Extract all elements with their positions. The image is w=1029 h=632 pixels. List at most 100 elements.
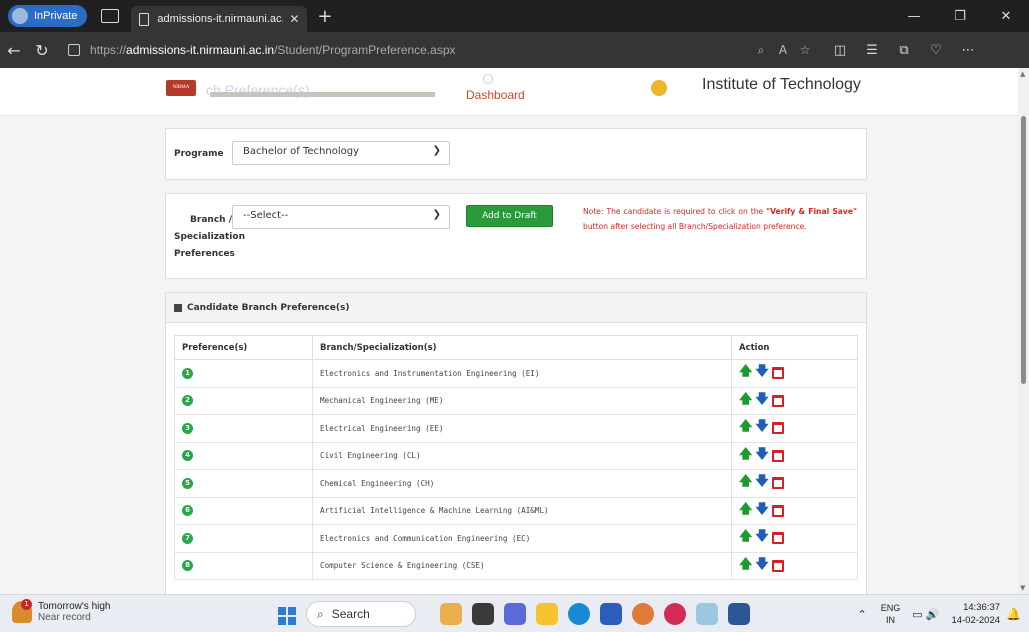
- move-up-icon[interactable]: 🡅: [739, 390, 752, 412]
- delete-icon[interactable]: [771, 367, 784, 380]
- address-bar-row: ← ↻ https://admissions-it.nirmauni.ac.in…: [0, 32, 1029, 68]
- move-down-icon[interactable]: 🡇: [755, 500, 768, 522]
- notification-bell-icon[interactable]: 🔔: [1006, 607, 1021, 621]
- store-icon[interactable]: [600, 603, 622, 625]
- network-app-icon[interactable]: [696, 603, 718, 625]
- programme-selected-value: Bachelor of Technology: [243, 146, 359, 157]
- collections-icon[interactable]: ⧉: [888, 43, 920, 58]
- user-icon: [651, 80, 667, 96]
- move-down-icon[interactable]: 🡇: [755, 362, 768, 384]
- branch-name: Chemical Engineering (CH): [312, 469, 732, 498]
- table-row: 5 Chemical Engineering (CH) 🡅 🡇: [174, 469, 858, 498]
- branch-name: Electronics and Instrumentation Engineer…: [312, 359, 732, 388]
- move-up-icon[interactable]: 🡅: [739, 500, 752, 522]
- programme-select[interactable]: Bachelor of Technology ❯: [232, 141, 450, 165]
- task-view-icon[interactable]: [472, 603, 494, 625]
- move-up-icon[interactable]: 🡅: [739, 362, 752, 384]
- add-to-draft-button[interactable]: Add to Draft: [466, 205, 553, 227]
- move-down-icon[interactable]: 🡇: [755, 390, 768, 412]
- move-down-icon[interactable]: 🡇: [755, 527, 768, 549]
- preferences-table: Preference(s) Branch/Specialization(s) A…: [174, 335, 858, 580]
- file-explorer-icon[interactable]: [536, 603, 558, 625]
- delete-icon[interactable]: [771, 449, 784, 462]
- window-controls: — ❐ ✕: [891, 9, 1029, 24]
- delete-icon[interactable]: [771, 477, 784, 490]
- scroll-up-icon[interactable]: ▲: [1020, 70, 1025, 78]
- branch-select[interactable]: --Select-- ❯: [232, 205, 450, 229]
- table-row: 2 Mechanical Engineering (ME) 🡅 🡇: [174, 386, 858, 415]
- close-tab-icon[interactable]: ✕: [289, 12, 299, 26]
- preferences-card: Candidate Branch Preference(s) Preferenc…: [165, 292, 867, 594]
- lock-icon[interactable]: [68, 44, 80, 56]
- zoom-icon[interactable]: ⌕: [750, 43, 772, 58]
- delete-icon[interactable]: [771, 504, 784, 517]
- start-icon[interactable]: [278, 607, 296, 625]
- scroll-down-icon[interactable]: ▼: [1020, 584, 1025, 592]
- move-up-icon[interactable]: 🡅: [739, 555, 752, 577]
- close-window-icon[interactable]: ✕: [983, 9, 1029, 24]
- delete-icon[interactable]: [771, 532, 784, 545]
- firefox-icon[interactable]: [632, 603, 654, 625]
- page-icon: [139, 12, 150, 26]
- favorites-icon[interactable]: ☰: [856, 43, 888, 58]
- inprivate-badge[interactable]: InPrivate: [8, 5, 88, 27]
- dashboard-link[interactable]: Dashboard: [466, 88, 525, 102]
- row-actions: 🡅 🡇: [731, 414, 858, 443]
- branch-name: Electronics and Communication Engineerin…: [312, 524, 732, 553]
- edge-icon[interactable]: [568, 603, 590, 625]
- restore-icon[interactable]: ❐: [937, 9, 983, 24]
- language-indicator[interactable]: ENG IN: [881, 602, 901, 626]
- verify-save-note: Note: The candidate is required to click…: [583, 207, 857, 231]
- move-up-icon[interactable]: 🡅: [739, 472, 752, 494]
- minimize-icon[interactable]: —: [891, 9, 937, 24]
- heartbeat-icon[interactable]: ♡: [920, 43, 952, 58]
- scrollbar-thumb[interactable]: [1021, 116, 1026, 384]
- delete-icon[interactable]: [771, 559, 784, 572]
- windows-taskbar: 1 Tomorrow's high Near record ⌕ Search ⌃…: [0, 594, 1029, 632]
- chevron-down-icon: ❯: [432, 209, 441, 220]
- delete-icon[interactable]: [771, 422, 784, 435]
- move-down-icon[interactable]: 🡇: [755, 472, 768, 494]
- address-bar[interactable]: https://admissions-it.nirmauni.ac.in/Stu…: [62, 37, 816, 63]
- branch-name: Mechanical Engineering (ME): [312, 386, 732, 415]
- url-text[interactable]: https://admissions-it.nirmauni.ac.in/Stu…: [90, 43, 750, 57]
- move-down-icon[interactable]: 🡇: [755, 555, 768, 577]
- preference-number: 2: [174, 386, 313, 415]
- weather-widget[interactable]: 1 Tomorrow's high Near record: [12, 599, 111, 623]
- move-up-icon[interactable]: 🡅: [739, 445, 752, 467]
- move-down-icon[interactable]: 🡇: [755, 417, 768, 439]
- branch-name: Civil Engineering (CL): [312, 441, 732, 470]
- profile-avatar-icon: [12, 8, 28, 24]
- col-action: Action: [731, 335, 858, 360]
- tab-title: admissions-it.nirmauni.ac.in/Stud: [157, 13, 283, 25]
- clock[interactable]: 14:36:37 14-02-2024: [951, 601, 1000, 627]
- widgets-icon[interactable]: [440, 603, 462, 625]
- vivaldi-icon[interactable]: [664, 603, 686, 625]
- preference-number: 5: [174, 469, 313, 498]
- back-icon[interactable]: ←: [0, 41, 28, 60]
- row-actions: 🡅 🡇: [731, 386, 858, 415]
- chevron-up-icon[interactable]: ⌃: [858, 608, 867, 621]
- move-up-icon[interactable]: 🡅: [739, 527, 752, 549]
- tab-actions-icon[interactable]: [101, 9, 120, 23]
- dashboard-icon: [483, 74, 493, 84]
- programme-label: Programe: [174, 149, 224, 159]
- preference-number: 8: [174, 551, 313, 580]
- new-tab-icon[interactable]: +: [317, 6, 332, 27]
- more-icon[interactable]: ⋯: [952, 43, 984, 58]
- browser-tab[interactable]: admissions-it.nirmauni.ac.in/Stud ✕: [131, 6, 308, 32]
- browser-tab-bar: InPrivate admissions-it.nirmauni.ac.in/S…: [0, 0, 1029, 32]
- split-screen-icon[interactable]: ◫: [824, 43, 856, 58]
- taskbar-search[interactable]: ⌕ Search: [306, 601, 416, 627]
- move-down-icon[interactable]: 🡇: [755, 445, 768, 467]
- network-volume-icon[interactable]: ▭ 🔊: [912, 608, 939, 621]
- move-up-icon[interactable]: 🡅: [739, 417, 752, 439]
- delete-icon[interactable]: [771, 394, 784, 407]
- word-icon[interactable]: [728, 603, 750, 625]
- refresh-icon[interactable]: ↻: [28, 41, 56, 60]
- table-row: 4 Civil Engineering (CL) 🡅 🡇: [174, 441, 858, 470]
- chat-icon[interactable]: [504, 603, 526, 625]
- page-scrollbar[interactable]: ▲ ▼: [1018, 68, 1029, 594]
- favorite-star-icon[interactable]: ☆: [794, 43, 816, 57]
- read-aloud-icon[interactable]: A: [772, 43, 794, 57]
